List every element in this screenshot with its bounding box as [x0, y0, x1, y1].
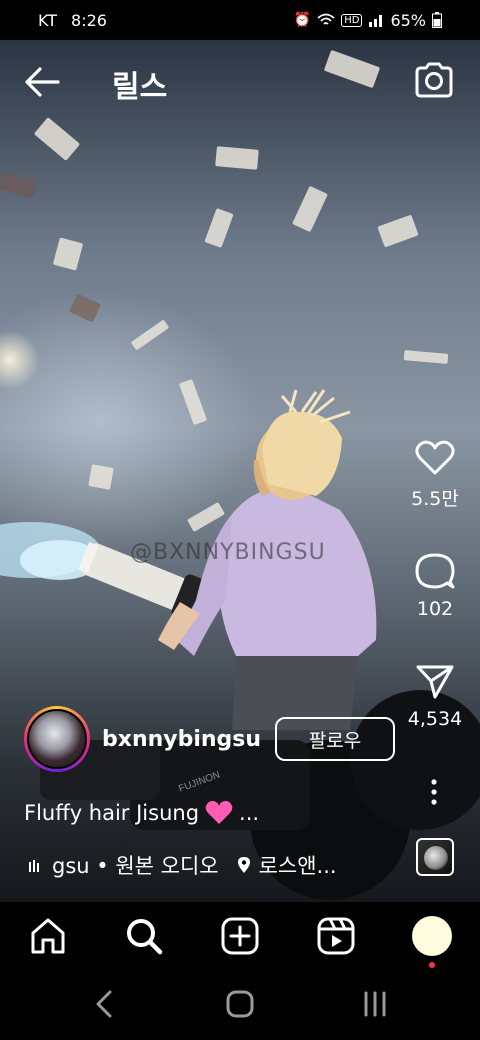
create-post-icon[interactable] [220, 916, 260, 956]
caption-more[interactable]: ... [239, 801, 259, 825]
status-bar: KT 8:26 ⏰ HD 65% [0, 0, 480, 40]
notification-dot [429, 962, 435, 968]
profile-row: bxnnybingsu 팔로우 [24, 706, 396, 772]
location-label[interactable]: 로스앤... [259, 850, 337, 880]
caption-text: Fluffy hair Jisung [24, 801, 200, 825]
home-icon[interactable] [28, 916, 68, 956]
hd-icon: HD [341, 13, 363, 27]
location-pin-icon [237, 857, 250, 873]
carrier-label: KT [38, 10, 58, 30]
share-count: 4,534 [407, 708, 463, 730]
caption[interactable]: Fluffy hair Jisung ... [24, 800, 259, 826]
avatar[interactable] [24, 706, 90, 772]
bottom-nav [0, 902, 480, 970]
send-icon[interactable] [415, 664, 455, 700]
like-action[interactable]: 5.5만 [400, 440, 470, 511]
camera-icon[interactable] [414, 62, 454, 98]
audio-bars-icon [29, 860, 39, 872]
system-nav-bar [0, 970, 480, 1040]
reels-icon[interactable] [316, 916, 356, 956]
search-icon[interactable] [124, 916, 164, 956]
alarm-icon: ⏰ [293, 12, 312, 28]
page-title: 릴스 [112, 70, 168, 105]
signal-icon [369, 15, 383, 27]
clock: 8:26 [71, 10, 107, 30]
profile-tab-avatar[interactable] [412, 916, 452, 956]
meta-row: gsu • 원본 오디오 로스앤... [28, 850, 337, 880]
more-options-icon[interactable] [424, 778, 444, 808]
top-bar: 릴스 [0, 40, 480, 124]
share-action[interactable]: 4,534 [400, 664, 470, 730]
heart-icon[interactable] [415, 440, 455, 476]
wifi-icon [317, 13, 335, 25]
battery-icon [432, 12, 442, 28]
like-count: 5.5만 [411, 488, 459, 510]
comment-icon[interactable] [415, 552, 455, 590]
username[interactable]: bxnnybingsu [102, 727, 261, 752]
battery-label: 65% [390, 10, 426, 30]
follow-button[interactable]: 팔로우 [275, 717, 396, 761]
audio-label[interactable]: gsu • 원본 오디오 [52, 850, 219, 880]
system-recents-icon[interactable] [358, 988, 392, 1020]
comment-count: 102 [416, 598, 454, 620]
back-arrow-icon[interactable] [22, 64, 62, 100]
audio-thumbnail[interactable] [416, 838, 454, 876]
video-watermark: @BXNNYBINGSU [130, 540, 326, 565]
system-back-icon[interactable] [88, 988, 122, 1020]
pink-heart-emoji-icon [205, 800, 233, 824]
system-home-icon[interactable] [223, 988, 257, 1020]
comment-action[interactable]: 102 [400, 552, 470, 620]
